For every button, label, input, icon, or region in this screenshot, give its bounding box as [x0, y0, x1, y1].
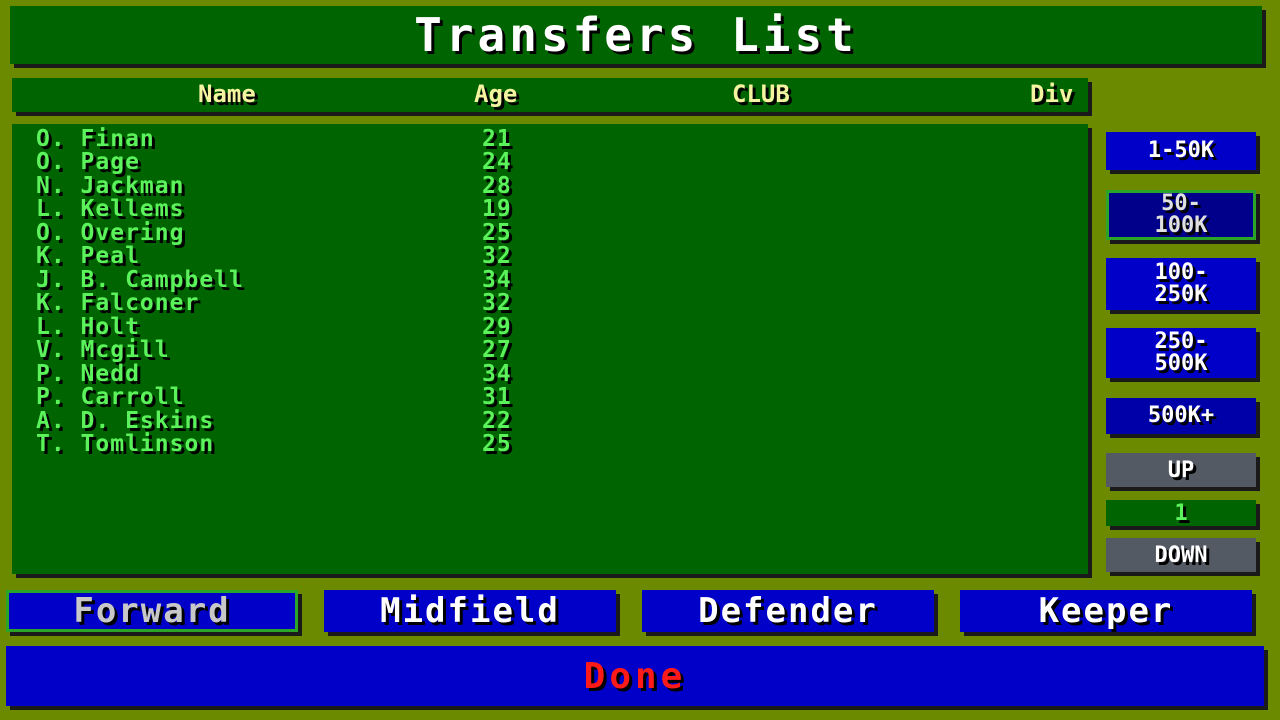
player-age: 28 — [482, 173, 512, 199]
player-age: 29 — [482, 314, 512, 340]
player-age: 22 — [482, 408, 512, 434]
player-name: T. Tomlinson — [36, 431, 215, 457]
player-name: O. Overing — [36, 220, 185, 246]
player-row[interactable]: K. Peal 32 — [12, 244, 1088, 268]
player-row[interactable]: O. Finan 21 — [12, 127, 1088, 151]
price-filter-label: 500K+ — [1147, 403, 1215, 428]
page-down-button[interactable]: DOWN — [1106, 538, 1256, 572]
player-age: 31 — [482, 384, 512, 410]
page-up-label: UP — [1167, 457, 1195, 483]
page-title: Transfers List — [414, 8, 858, 62]
player-age: 25 — [482, 431, 512, 457]
column-header-bar: Name Age CLUB Div — [12, 78, 1088, 112]
price-filter-label: 250K — [1154, 282, 1208, 307]
player-name: N. Jackman — [36, 173, 185, 199]
player-age: 27 — [482, 337, 512, 363]
player-name: K. Falconer — [36, 290, 200, 316]
player-age: 24 — [482, 149, 512, 175]
done-button[interactable]: Done — [6, 646, 1264, 706]
player-row[interactable]: P. Carroll 31 — [12, 385, 1088, 409]
price-filter-label: 1-50K — [1147, 138, 1215, 163]
player-age: 25 — [482, 220, 512, 246]
player-name: O. Page — [36, 149, 140, 175]
player-name: P. Carroll — [36, 384, 185, 410]
page-number-value: 1 — [1174, 500, 1188, 526]
price-filter-500k-plus-button[interactable]: 500K+ — [1106, 398, 1256, 434]
price-filter-label: 100K — [1154, 213, 1208, 238]
player-name: J. B. Campbell — [36, 267, 244, 293]
player-row[interactable]: L. Kellems 19 — [12, 197, 1088, 221]
header-div[interactable]: Div — [1030, 78, 1073, 112]
position-midfield-button[interactable]: Midfield — [324, 590, 616, 632]
position-keeper-button[interactable]: Keeper — [960, 590, 1252, 632]
player-row[interactable]: A. D. Eskins 22 — [12, 409, 1088, 433]
page-up-button[interactable]: UP — [1106, 453, 1256, 487]
player-row[interactable]: K. Falconer 32 — [12, 291, 1088, 315]
title-bar: Transfers List — [10, 6, 1262, 64]
player-name: L. Holt — [36, 314, 140, 340]
player-row[interactable]: O. Overing 25 — [12, 221, 1088, 245]
position-label: Defender — [698, 591, 878, 631]
header-name[interactable]: Name — [198, 78, 256, 112]
player-row[interactable]: V. Mcgill 27 — [12, 338, 1088, 362]
player-age: 34 — [482, 267, 512, 293]
position-label: Midfield — [380, 591, 560, 631]
position-defender-button[interactable]: Defender — [642, 590, 934, 632]
player-row[interactable]: L. Holt 29 — [12, 315, 1088, 339]
player-age: 19 — [482, 196, 512, 222]
player-row[interactable]: O. Page 24 — [12, 150, 1088, 174]
player-age: 32 — [482, 290, 512, 316]
position-forward-button[interactable]: Forward — [6, 590, 298, 632]
done-label: Done — [583, 655, 687, 697]
price-filter-1-50k-button[interactable]: 1-50K — [1106, 132, 1256, 170]
player-name: P. Nedd — [36, 361, 140, 387]
header-club[interactable]: CLUB — [732, 78, 790, 112]
player-row[interactable]: T. Tomlinson 25 — [12, 432, 1088, 456]
player-name: O. Finan — [36, 126, 155, 152]
player-age: 32 — [482, 243, 512, 269]
price-filter-250-500k-button[interactable]: 250- 500K — [1106, 328, 1256, 378]
player-age: 34 — [482, 361, 512, 387]
price-filter-50-100k-button[interactable]: 50- 100K — [1106, 190, 1256, 240]
player-name: L. Kellems — [36, 196, 185, 222]
player-row[interactable]: N. Jackman 28 — [12, 174, 1088, 198]
player-name: K. Peal — [36, 243, 140, 269]
position-label: Keeper — [1038, 591, 1174, 631]
page-down-label: DOWN — [1154, 542, 1208, 568]
player-row[interactable]: P. Nedd 34 — [12, 362, 1088, 386]
price-filter-100-250k-button[interactable]: 100- 250K — [1106, 258, 1256, 310]
price-filter-label: 500K — [1154, 351, 1208, 376]
header-age[interactable]: Age — [474, 78, 517, 112]
player-list: O. Finan 21 O. Page 24 N. Jackman 28 L. Kel… — [12, 124, 1088, 574]
player-name: V. Mcgill — [36, 337, 170, 363]
position-label: Forward — [73, 591, 231, 631]
player-age: 21 — [482, 126, 512, 152]
page-number: 1 — [1106, 500, 1256, 526]
player-row[interactable]: J. B. Campbell 34 — [12, 268, 1088, 292]
player-name: A. D. Eskins — [36, 408, 215, 434]
